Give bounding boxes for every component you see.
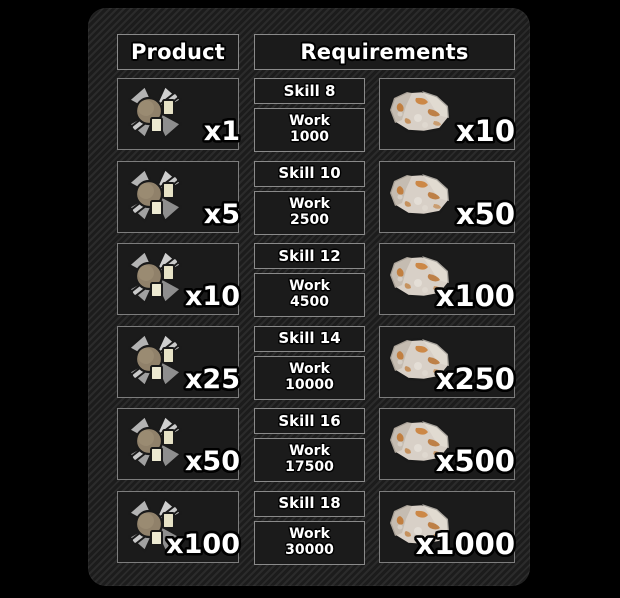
skill-requirement-cell: Skill 16 <box>254 408 365 434</box>
crossed-blades-machine-part-icon <box>124 164 186 230</box>
ore-quantity: x500 <box>435 444 515 478</box>
skill-requirement-label: Skill 16 <box>278 411 341 430</box>
work-label: Work <box>289 195 330 212</box>
product-cell[interactable]: x100 <box>117 490 240 563</box>
product-cell[interactable]: x50 <box>117 408 240 480</box>
work-label: Work <box>289 525 330 542</box>
ore-requirement-cell[interactable]: x500 <box>379 408 515 480</box>
ore-quantity: x250 <box>435 361 515 396</box>
header-cell-product: Product <box>117 34 239 70</box>
work-value: 30000 <box>285 541 334 558</box>
crossed-blades-machine-part-icon <box>124 411 186 477</box>
work-requirement-cell: Work 30000 <box>254 520 365 565</box>
skill-requirement-cell: Skill 8 <box>254 78 365 104</box>
work-value: 2500 <box>290 211 329 228</box>
product-cell[interactable]: x5 <box>117 160 240 233</box>
skill-requirement-cell: Skill 14 <box>254 325 365 352</box>
work-value: 17500 <box>285 459 334 475</box>
work-requirement-cell: Work 2500 <box>254 190 365 235</box>
header-label-product: Product <box>130 39 226 64</box>
skill-requirement-label: Skill 14 <box>278 329 341 347</box>
work-requirement-block: Work 2500 <box>289 195 330 228</box>
ore-quantity: x10 <box>455 114 515 148</box>
work-requirement-cell: Work 10000 <box>254 355 365 400</box>
ore-requirement-cell[interactable]: x50 <box>379 160 515 233</box>
ore-quantity: x1000 <box>415 526 515 561</box>
ore-requirement-cell[interactable]: x1000 <box>379 490 515 563</box>
product-quantity: x1 <box>203 116 240 147</box>
product-quantity: x5 <box>203 198 240 230</box>
skill-requirement-label: Skill 18 <box>278 494 341 512</box>
skill-requirement-cell: Skill 12 <box>254 243 365 269</box>
product-quantity: x10 <box>185 281 240 312</box>
ore-quantity: x50 <box>455 196 515 231</box>
work-label: Work <box>289 360 330 377</box>
product-quantity: x50 <box>185 446 240 477</box>
product-quantity: x25 <box>185 363 240 395</box>
screen-root: Product Requirements x1 Skill 8 Work 1000 x1… <box>0 0 620 598</box>
stone-ore-icon <box>386 84 452 144</box>
header-cell-requirements: Requirements <box>254 34 515 70</box>
stone-ore-icon <box>386 167 452 227</box>
crossed-blades-machine-part-icon <box>124 246 186 312</box>
skill-requirement-label: Skill 10 <box>278 164 341 182</box>
work-value: 4500 <box>290 294 329 310</box>
work-requirement-cell: Work 4500 <box>254 273 365 317</box>
product-cell[interactable]: x25 <box>117 325 240 398</box>
work-value: 10000 <box>285 376 334 393</box>
ore-requirement-cell[interactable]: x10 <box>379 78 515 150</box>
ore-quantity: x100 <box>435 279 515 313</box>
work-label: Work <box>289 113 330 130</box>
skill-requirement-cell: Skill 10 <box>254 160 365 187</box>
skill-requirement-label: Skill 8 <box>283 81 336 100</box>
crossed-blades-machine-part-icon <box>124 329 186 395</box>
work-requirement-block: Work 4500 <box>289 279 330 310</box>
ore-requirement-cell[interactable]: x100 <box>379 243 515 315</box>
product-quantity: x100 <box>166 528 240 560</box>
skill-requirement-label: Skill 12 <box>278 246 341 265</box>
production-recipe-panel: Product Requirements x1 Skill 8 Work 1000 x1… <box>88 8 530 586</box>
skill-requirement-cell: Skill 18 <box>254 490 365 517</box>
work-value: 1000 <box>290 129 329 145</box>
work-requirement-cell: Work 17500 <box>254 438 365 482</box>
product-cell[interactable]: x10 <box>117 243 240 315</box>
work-requirement-block: Work 10000 <box>285 360 334 393</box>
crossed-blades-machine-part-icon <box>124 81 186 147</box>
work-requirement-block: Work 17500 <box>285 444 334 475</box>
work-requirement-cell: Work 1000 <box>254 108 365 152</box>
work-label: Work <box>289 278 330 295</box>
work-requirement-block: Work 1000 <box>289 114 330 145</box>
work-label: Work <box>289 443 330 460</box>
header-label-requirements: Requirements <box>300 39 469 64</box>
work-requirement-block: Work 30000 <box>285 525 334 558</box>
ore-requirement-cell[interactable]: x250 <box>379 325 515 398</box>
product-cell[interactable]: x1 <box>117 78 240 150</box>
